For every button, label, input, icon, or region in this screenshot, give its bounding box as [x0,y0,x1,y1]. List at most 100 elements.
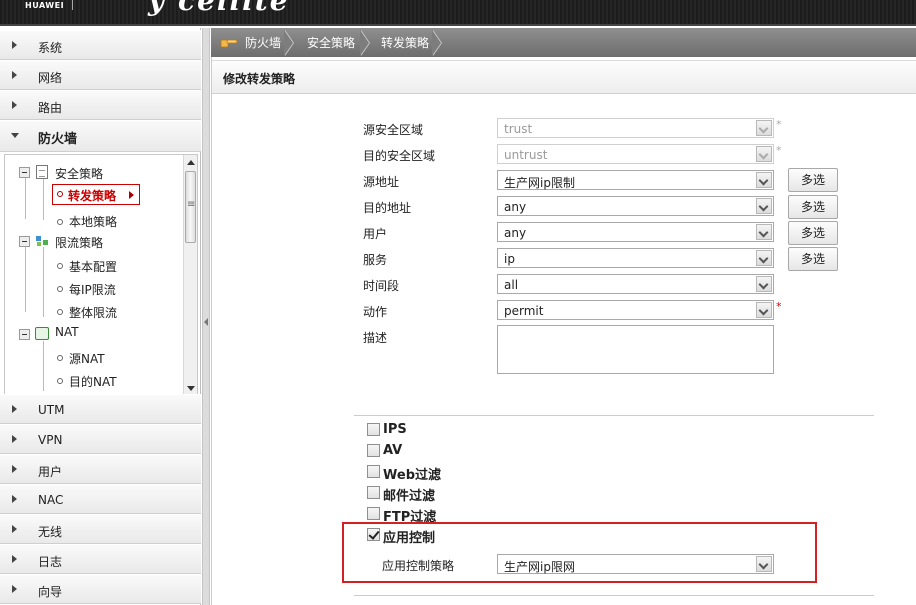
user-multi-select-button[interactable]: 多选 [788,221,838,245]
nav-section-label: VPN [38,433,63,447]
action-label: 动作 [363,305,388,319]
ftp-filter-checkbox[interactable] [367,507,380,520]
tree-item-nat[interactable]: NAT [55,325,79,339]
bullet-icon [57,355,63,361]
nav-section-label: 日志 [38,555,63,569]
nav-section-label: NAC [38,493,64,507]
tree-item-dest-nat[interactable]: 目的NAT [69,373,117,390]
scroll-up-icon[interactable] [187,160,195,165]
ips-checkbox[interactable] [367,423,380,436]
dropdown-arrow-icon[interactable] [756,302,772,318]
dropdown-arrow-icon[interactable] [756,250,772,266]
tree-item-local-policy[interactable]: 本地策略 [69,213,117,230]
select-value: trust [504,122,533,136]
src-addr-select[interactable]: 生产网ip限制 [497,170,774,190]
breadcrumb-forward-policy[interactable]: 转发策略 [381,34,429,51]
collapse-toggle-icon[interactable] [19,236,30,247]
tree-item-forward-policy[interactable]: 转发策略 [52,184,140,205]
dst-addr-multi-select-button[interactable]: 多选 [788,195,838,219]
nav-section-system[interactable]: 系统 [0,30,201,60]
select-value: any [504,226,527,240]
dropdown-arrow-icon[interactable] [756,556,772,572]
nav-section-wireless[interactable]: 无线 [0,514,201,544]
breadcrumb-firewall[interactable]: 防火墙 [245,34,281,51]
src-addr-multi-select-button[interactable]: 多选 [788,168,838,192]
nav-section-label: UTM [38,403,65,417]
service-label: 服务 [363,253,388,267]
breadcrumb: 防火墙 安全策略 转发策略 [211,28,916,57]
nav-section-firewall[interactable]: 防火墙 [0,120,201,152]
collapse-left-icon[interactable] [204,318,208,326]
nav-section-routing[interactable]: 路由 [0,90,201,120]
collapse-toggle-icon[interactable] [19,167,30,178]
scroll-thumb[interactable] [185,171,196,243]
collapse-arrow-icon [11,133,19,138]
rate-limit-icon [36,236,48,246]
bullet-icon [57,309,63,315]
tree-item-basic-config[interactable]: 基本配置 [69,258,117,275]
option-label: 应用控制 [383,531,436,546]
pointing-hand-icon [220,39,238,48]
section-divider [354,415,874,416]
banner-divider [72,0,73,10]
dst-addr-label: 目的地址 [363,201,412,215]
tree-item-overall-limit[interactable]: 整体限流 [69,304,117,321]
app-control-policy-select[interactable]: 生产网ip限网 [497,554,774,574]
tree-item-security-policy[interactable]: 安全策略 [55,165,103,182]
av-checkbox[interactable] [367,444,380,457]
src-zone-select: trust [497,118,774,138]
nav-section-label: 无线 [38,525,63,539]
dst-zone-select: untrust [497,144,774,164]
nav-section-utm[interactable]: UTM [0,394,201,424]
tree-item-rate-limit[interactable]: 限流策略 [55,234,103,251]
dropdown-arrow-icon[interactable] [756,172,772,188]
nav-section-log[interactable]: 日志 [0,544,201,574]
nav-section-nac[interactable]: NAC [0,484,201,514]
panel-splitter[interactable] [202,28,210,605]
nav-section-wizard[interactable]: 向导 [0,574,201,604]
dst-addr-select[interactable]: any [497,196,774,216]
dropdown-arrow-icon[interactable] [756,224,772,240]
expand-arrow-icon [12,525,17,533]
select-value: 生产网ip限网 [504,560,575,574]
user-select[interactable]: any [497,222,774,242]
expand-arrow-icon [12,41,17,49]
brand-logo-text: HUAWEI [25,1,65,10]
tree-item-source-nat[interactable]: 源NAT [69,350,105,367]
nav-section-user[interactable]: 用户 [0,454,201,484]
scroll-down-icon[interactable] [187,386,195,391]
description-textarea[interactable] [497,325,774,374]
dropdown-arrow-icon[interactable] [756,198,772,214]
nav-section-label: 网络 [38,71,63,85]
expand-arrow-icon [12,585,17,593]
expand-arrow-icon [12,435,17,443]
firewall-tree: 安全策略 转发策略 本地策略 限流策略 基本配置 每IP限流 整体限流 NAT … [4,154,198,397]
bullet-icon [57,219,63,225]
collapse-toggle-icon[interactable] [19,329,30,340]
breadcrumb-security-policy[interactable]: 安全策略 [307,34,355,51]
nav-section-vpn[interactable]: VPN [0,424,201,454]
app-control-checkbox[interactable] [367,528,380,541]
option-label: Web过滤 [383,468,441,483]
mail-filter-checkbox[interactable] [367,486,380,499]
tree-item-per-ip-limit[interactable]: 每IP限流 [69,281,116,298]
action-select[interactable]: permit [497,300,774,320]
description-label: 描述 [363,331,388,345]
app-control-policy-label: 应用控制策略 [382,559,455,573]
web-filter-checkbox[interactable] [367,465,380,478]
service-select[interactable]: ip [497,248,774,268]
select-value: ip [504,252,515,266]
service-multi-select-button[interactable]: 多选 [788,247,838,271]
select-value: any [504,200,527,214]
nav-section-network[interactable]: 网络 [0,60,201,90]
product-name: y cellite [148,0,290,17]
section-divider [354,595,874,596]
expand-arrow-icon [12,465,17,473]
schedule-select[interactable]: all [497,274,774,294]
bullet-icon [57,191,63,197]
expand-arrow-icon [12,71,17,79]
option-label: 邮件过滤 [383,489,436,504]
dropdown-arrow-icon[interactable] [756,276,772,292]
tree-scrollbar[interactable] [183,155,197,396]
option-label: IPS [383,422,407,437]
